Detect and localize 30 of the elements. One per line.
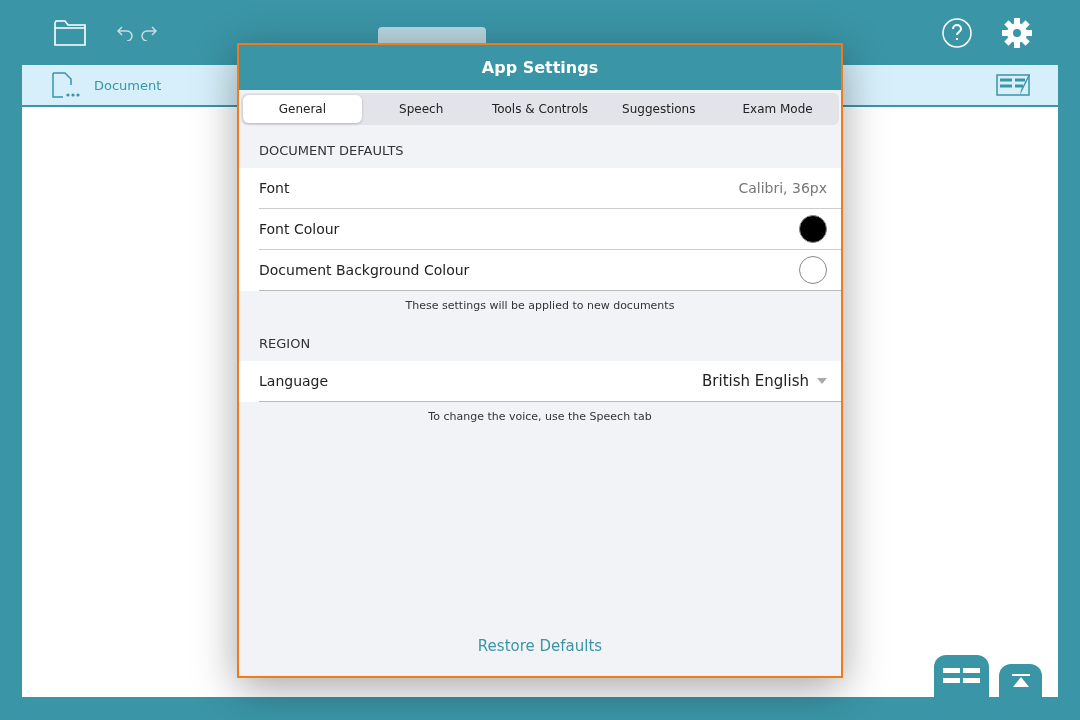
setting-label: Font Colour [259, 221, 340, 237]
scroll-top-button[interactable] [999, 664, 1042, 697]
section-heading: REGION [258, 335, 312, 353]
settings-icon[interactable] [1002, 17, 1032, 48]
setting-label: Document Background Colour [259, 262, 470, 278]
dialog-title: App Settings [239, 45, 841, 90]
folder-icon[interactable] [54, 18, 86, 47]
table-edit-icon[interactable] [996, 73, 1032, 97]
setting-label: Language [259, 373, 329, 389]
setting-label: Font [259, 180, 290, 196]
help-icon[interactable] [942, 17, 972, 48]
settings-tab[interactable]: Tools & Controls [480, 95, 600, 123]
redo-icon[interactable] [140, 24, 158, 41]
colour-swatch[interactable] [799, 256, 827, 284]
undo-icon[interactable] [116, 24, 134, 41]
grid-icon [942, 666, 981, 686]
settings-tab[interactable]: Exam Mode [718, 95, 837, 123]
scroll-to-top-icon [1011, 673, 1030, 688]
layout-button[interactable] [934, 655, 989, 697]
language-dropdown[interactable]: British English [702, 372, 827, 390]
font-value[interactable]: Calibri, 36px [738, 180, 827, 196]
caret-icon [817, 378, 827, 384]
settings-tab[interactable]: Speech [361, 95, 481, 123]
settings-tab[interactable]: Suggestions [599, 95, 719, 123]
settings-tab[interactable]: General [243, 95, 362, 123]
document-icon[interactable] [52, 72, 82, 98]
colour-swatch[interactable] [799, 215, 827, 243]
section-heading: DOCUMENT DEFAULTS [258, 142, 405, 160]
section-note: These settings will be applied to new documents [404, 298, 676, 314]
section-note: To change the voice, use the Speech tab [427, 409, 653, 425]
